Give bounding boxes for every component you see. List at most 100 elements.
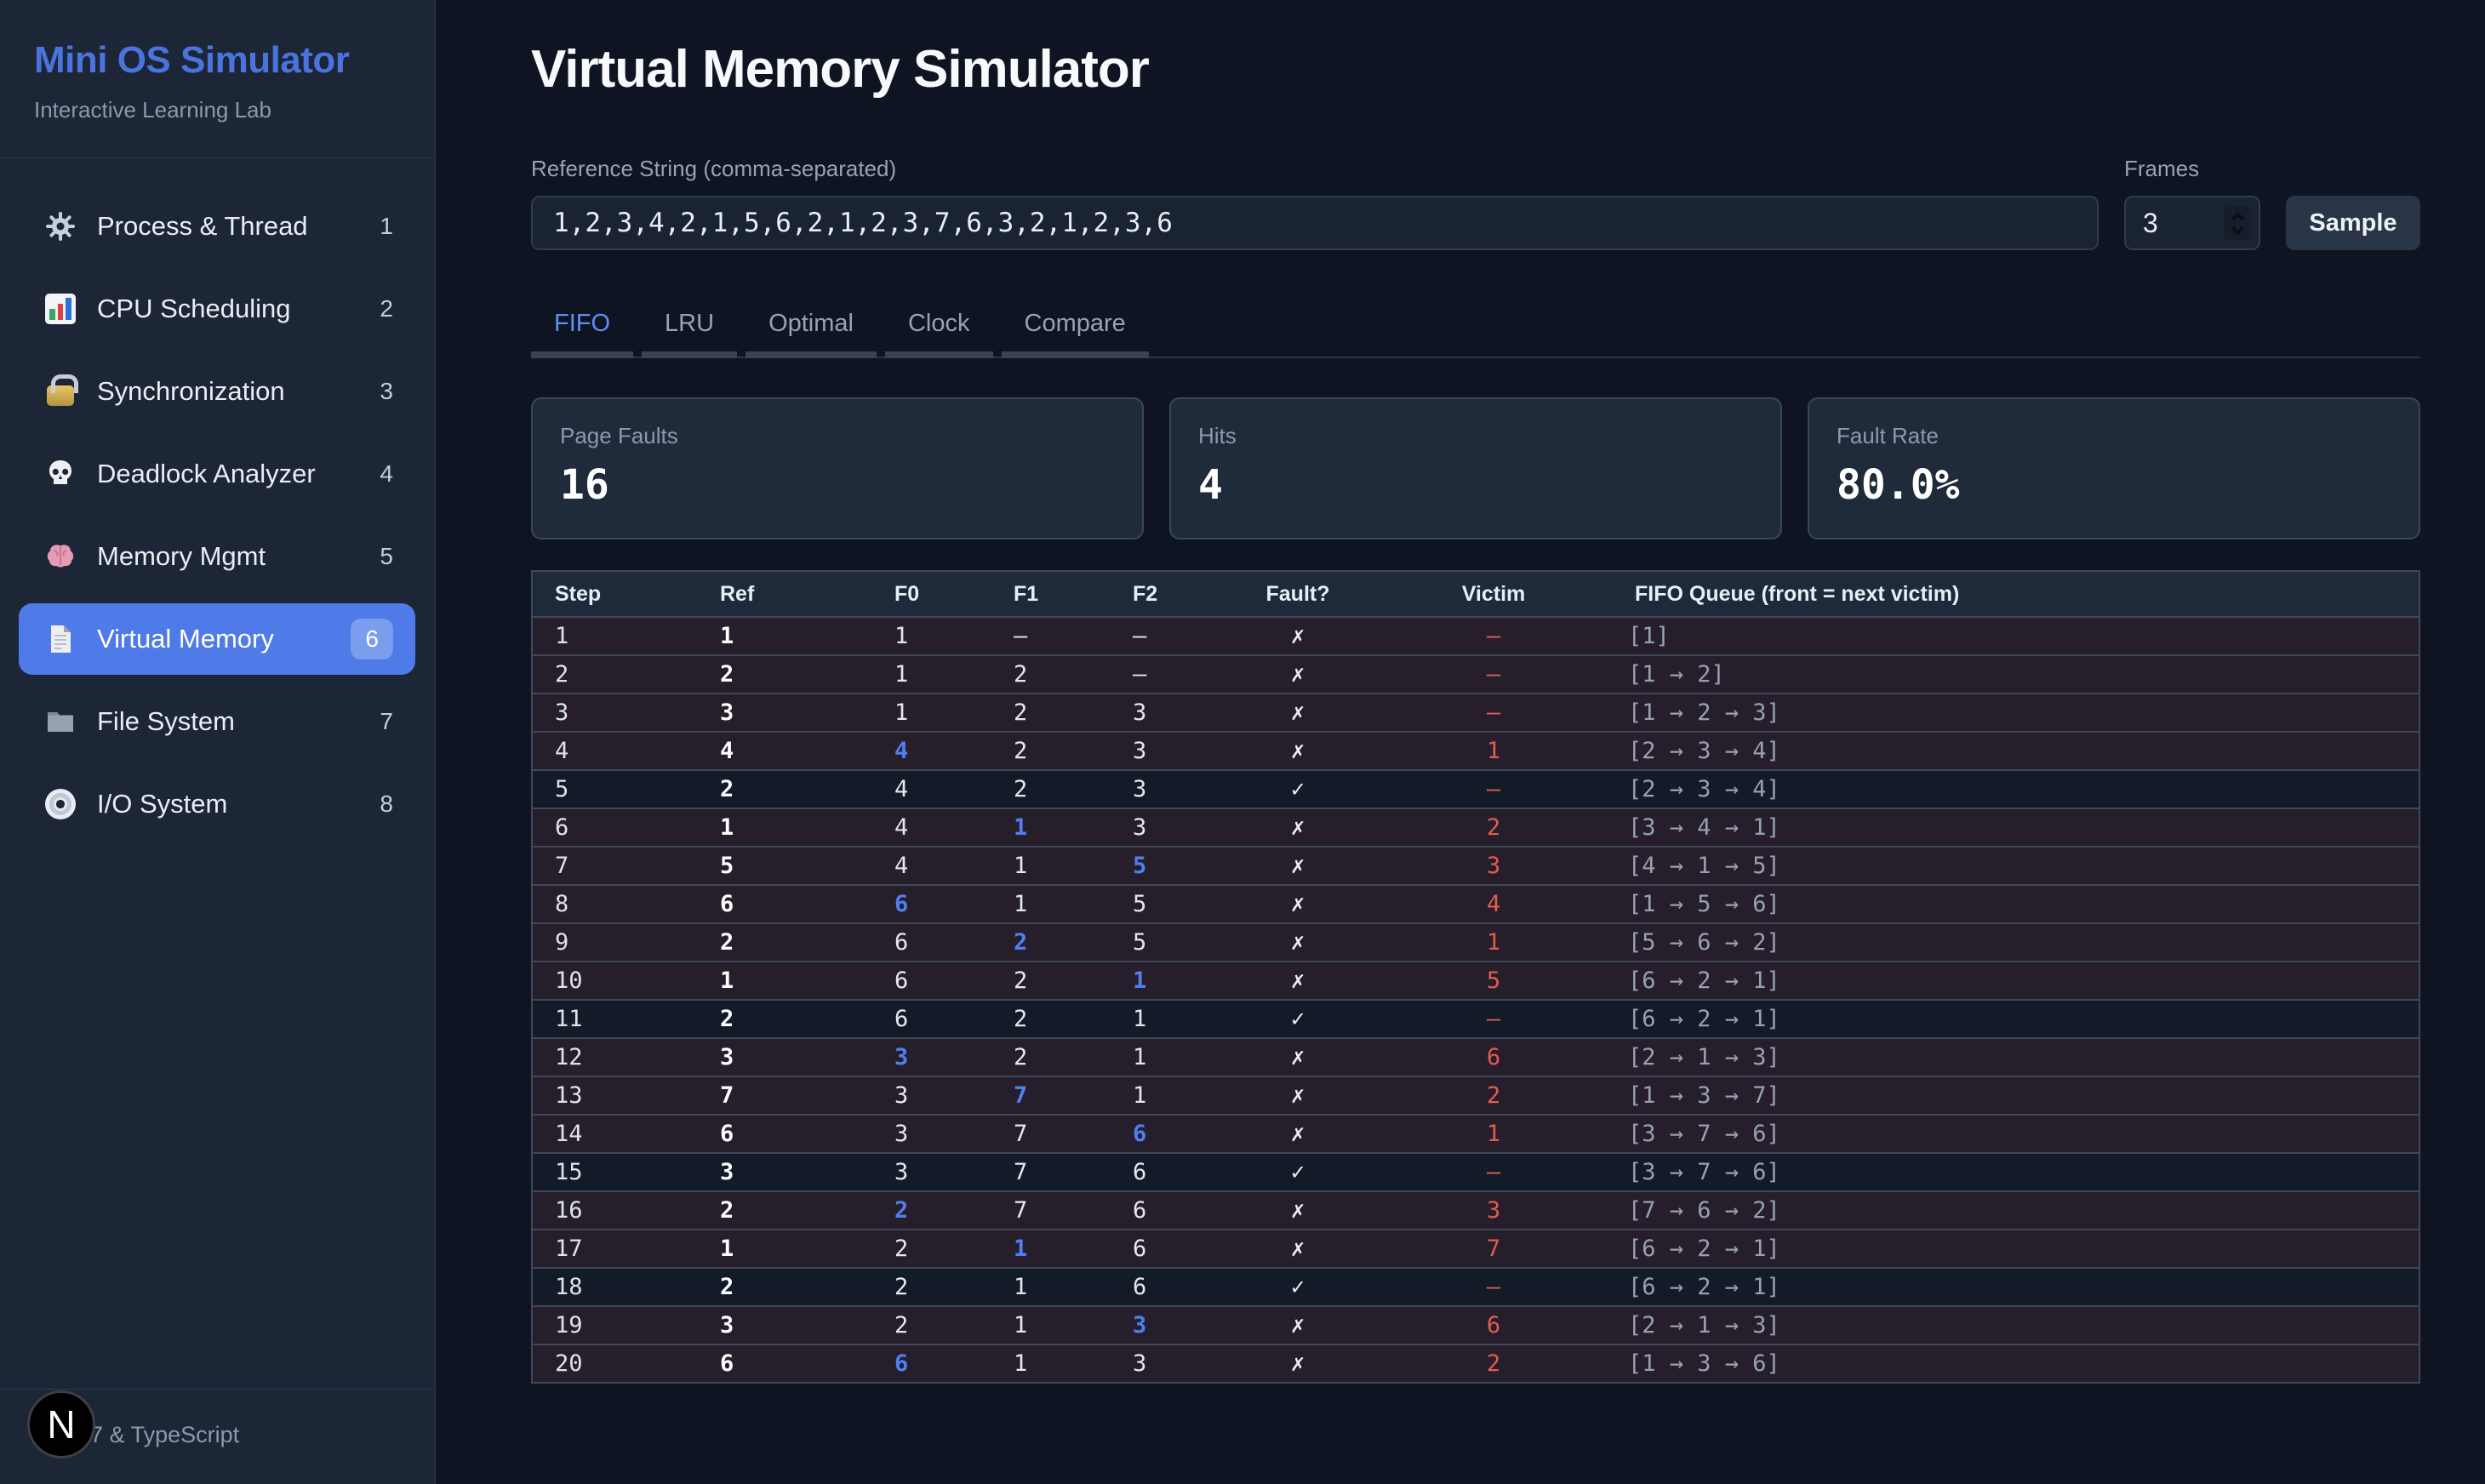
table-row: 13 7 3 7 1 ✗ 2 [1 → 3 → 7] xyxy=(532,1076,2419,1115)
cell-f1: 7 xyxy=(991,1153,1111,1191)
cell-f0: 6 xyxy=(872,1344,991,1383)
table-row: 19 3 2 1 3 ✗ 6 [2 → 1 → 3] xyxy=(532,1306,2419,1344)
cell-fault: ✗ xyxy=(1221,693,1374,732)
nextjs-dev-badge[interactable]: N xyxy=(27,1390,95,1458)
stat-label: Hits xyxy=(1198,423,1753,449)
col-f1: F1 xyxy=(991,571,1111,617)
sidebar-item-process-thread[interactable]: Process & Thread 1 xyxy=(19,191,415,262)
table-row: 9 2 6 2 5 ✗ 1 [5 → 6 → 2] xyxy=(532,923,2419,962)
cell-fault: ✗ xyxy=(1221,1230,1374,1268)
sidebar-item-io-system[interactable]: I/O System 8 xyxy=(19,768,415,840)
cell-victim: 1 xyxy=(1374,1115,1613,1153)
stepper-arrows[interactable] xyxy=(2224,206,2252,241)
cell-f2: 3 xyxy=(1111,808,1221,847)
cell-fault: ✗ xyxy=(1221,1191,1374,1230)
tab-compare[interactable]: Compare xyxy=(1002,298,1149,358)
cell-queue: [1 → 3 → 6] xyxy=(1613,1344,2419,1383)
cell-queue: [2 → 1 → 3] xyxy=(1613,1038,2419,1076)
cell-ref: 2 xyxy=(698,655,872,693)
tab-fifo[interactable]: FIFO xyxy=(531,298,633,358)
stat-card-page-faults: Page Faults 16 xyxy=(531,397,1144,539)
cell-f0: 1 xyxy=(872,655,991,693)
cell-f1: 2 xyxy=(991,732,1111,770)
col-step: Step xyxy=(532,571,698,617)
cell-queue: [1 → 2 → 3] xyxy=(1613,693,2419,732)
sidebar-item-virtual-memory[interactable]: Virtual Memory 6 xyxy=(19,603,415,675)
stat-card-fault-rate: Fault Rate 80.0% xyxy=(1808,397,2420,539)
sidebar-item-file-system[interactable]: File System 7 xyxy=(19,686,415,757)
cell-f0: 4 xyxy=(872,847,991,885)
cell-victim: 2 xyxy=(1374,1076,1613,1115)
cell-ref: 6 xyxy=(698,1344,872,1383)
cell-ref: 2 xyxy=(698,923,872,962)
frames-input[interactable]: 3 xyxy=(2124,196,2260,250)
cd-icon xyxy=(41,789,80,819)
cell-f2: 1 xyxy=(1111,1000,1221,1038)
sidebar-item-memory-mgmt[interactable]: Memory Mgmt 5 xyxy=(19,521,415,592)
cell-queue: [5 → 6 → 2] xyxy=(1613,923,2419,962)
sidebar-item-label: Virtual Memory xyxy=(97,624,351,654)
sidebar-item-deadlock-analyzer[interactable]: Deadlock Analyzer 4 xyxy=(19,438,415,510)
cell-fault: ✗ xyxy=(1221,885,1374,923)
cell-f1: 2 xyxy=(991,1038,1111,1076)
cell-queue: [6 → 2 → 1] xyxy=(1613,962,2419,1000)
cell-victim: 3 xyxy=(1374,847,1613,885)
cell-queue: [6 → 2 → 1] xyxy=(1613,1268,2419,1306)
cell-ref: 2 xyxy=(698,1191,872,1230)
cell-step: 5 xyxy=(532,770,698,808)
frames-group: Frames 3 xyxy=(2124,156,2260,250)
cell-fault: ✗ xyxy=(1221,808,1374,847)
cell-ref: 7 xyxy=(698,1076,872,1115)
cell-ref: 6 xyxy=(698,1115,872,1153)
table-row: 1 1 1 – – ✗ – [1] xyxy=(532,617,2419,655)
sidebar-item-label: File System xyxy=(97,706,380,737)
cell-f1: 2 xyxy=(991,962,1111,1000)
tab-clock[interactable]: Clock xyxy=(885,298,993,358)
col-f2: F2 xyxy=(1111,571,1221,617)
sidebar-item-cpu-scheduling[interactable]: CPU Scheduling 2 xyxy=(19,273,415,345)
cell-step: 2 xyxy=(532,655,698,693)
cell-f2: – xyxy=(1111,617,1221,655)
cell-f2: 6 xyxy=(1111,1153,1221,1191)
col-fault: Fault? xyxy=(1221,571,1374,617)
cell-fault: ✗ xyxy=(1221,1076,1374,1115)
cell-f1: 1 xyxy=(991,1306,1111,1344)
cell-step: 17 xyxy=(532,1230,698,1268)
chevron-down-icon[interactable] xyxy=(2231,221,2245,235)
stat-label: Fault Rate xyxy=(1837,423,2391,449)
frames-value: 3 xyxy=(2143,208,2224,239)
reference-string-input[interactable] xyxy=(531,196,2099,250)
tab-lru[interactable]: LRU xyxy=(642,298,737,358)
cell-step: 16 xyxy=(532,1191,698,1230)
cell-victim: 6 xyxy=(1374,1306,1613,1344)
cell-f1: 2 xyxy=(991,693,1111,732)
cell-f1: 1 xyxy=(991,1344,1111,1383)
cell-fault: ✗ xyxy=(1221,1306,1374,1344)
app-title: Mini OS Simulator xyxy=(34,39,400,82)
cell-victim: 7 xyxy=(1374,1230,1613,1268)
table-row: 5 2 4 2 3 ✓ – [2 → 3 → 4] xyxy=(532,770,2419,808)
cell-queue: [6 → 2 → 1] xyxy=(1613,1230,2419,1268)
cell-f0: 6 xyxy=(872,923,991,962)
sidebar-item-badge: 6 xyxy=(351,619,393,659)
cell-f1: 1 xyxy=(991,1230,1111,1268)
sample-button[interactable]: Sample xyxy=(2286,196,2420,250)
tab-optimal[interactable]: Optimal xyxy=(746,298,877,358)
cell-fault: ✗ xyxy=(1221,847,1374,885)
sidebar-item-synchronization[interactable]: Synchronization 3 xyxy=(19,356,415,427)
sidebar-item-label: I/O System xyxy=(97,789,380,819)
cell-fault: ✗ xyxy=(1221,923,1374,962)
cell-fault: ✓ xyxy=(1221,1268,1374,1306)
cell-ref: 6 xyxy=(698,885,872,923)
cell-step: 18 xyxy=(532,1268,698,1306)
cell-f0: 2 xyxy=(872,1230,991,1268)
cell-f1: 7 xyxy=(991,1076,1111,1115)
cell-f1: 1 xyxy=(991,847,1111,885)
cell-ref: 3 xyxy=(698,1306,872,1344)
cell-victim: – xyxy=(1374,693,1613,732)
col-ref: Ref xyxy=(698,571,872,617)
cell-victim: 1 xyxy=(1374,923,1613,962)
cell-f0: 2 xyxy=(872,1191,991,1230)
col-queue: FIFO Queue (front = next victim) xyxy=(1613,571,2419,617)
cell-ref: 1 xyxy=(698,962,872,1000)
